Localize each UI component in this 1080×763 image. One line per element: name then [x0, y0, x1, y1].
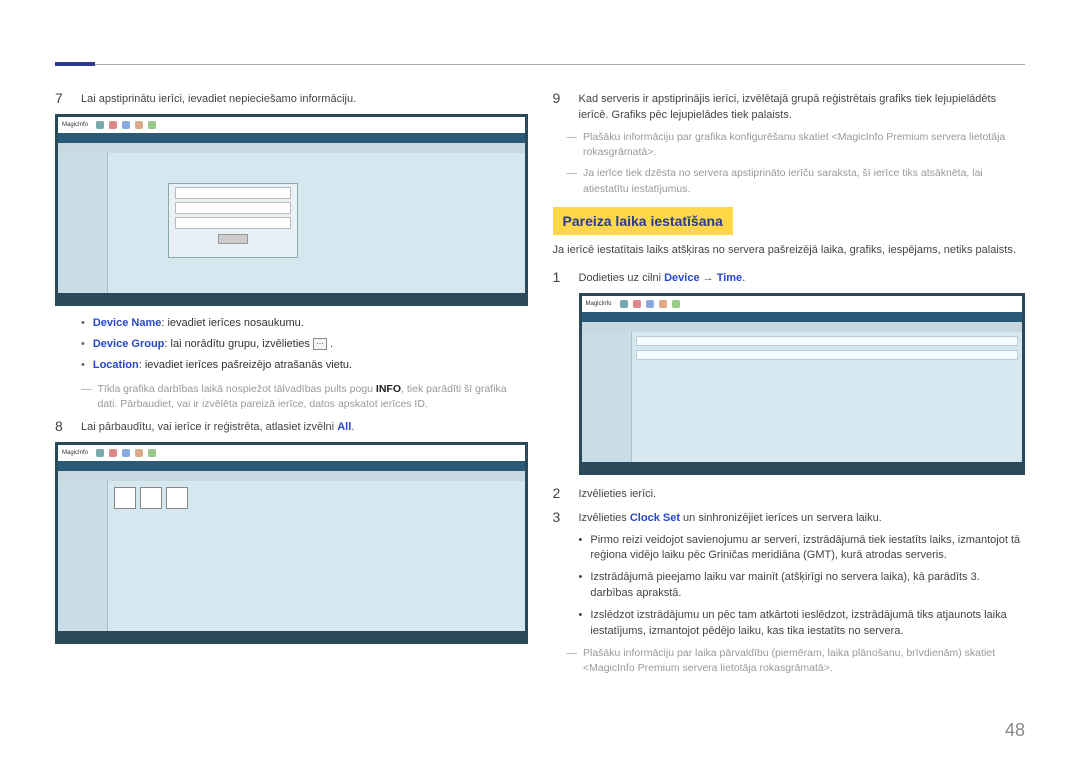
step-text: Lai pārbaudītu, vai ierīce ir reģistrēta…: [81, 418, 528, 436]
bullet-device-group: • Device Group: lai norādītu grupu, izvē…: [81, 337, 528, 353]
screenshot-device-list: MagicInfo: [55, 442, 528, 644]
step-text: Kad serveris ir apstiprinājis ierīci, iz…: [579, 90, 1026, 124]
section-intro: Ja ierīcē iestatītais laiks atšķiras no …: [553, 243, 1026, 259]
step-1: 1 Dodieties uz cilni Device → Time.: [553, 269, 1026, 287]
sub-bullet: •Pirmo reizi veidojot savienojumu ar ser…: [579, 533, 1026, 565]
step-9: 9 Kad serveris ir apstiprinājis ierīci, …: [553, 90, 1026, 124]
step-text: Izvēlieties Clock Set un sinhronizējiet …: [579, 509, 1026, 527]
bullet-list: • Device Name: ievadiet ierīces nosaukum…: [81, 316, 528, 374]
page-number: 48: [1005, 720, 1025, 741]
approve-dialog: [168, 183, 298, 258]
note-info: ― Tīkla grafika darbības laikā nospiežot…: [81, 382, 528, 412]
step-number: 8: [55, 418, 71, 436]
sub-bullet: •Izslēdzot izstrādājumu un pēc tam atkār…: [579, 608, 1026, 640]
step-number: 9: [553, 90, 569, 124]
screenshot-approve-dialog: MagicInfo: [55, 114, 528, 306]
step-2: 2 Izvēlieties ierīci.: [553, 485, 1026, 503]
app-logo: MagicInfo: [62, 450, 88, 456]
sub-bullets: •Pirmo reizi veidojot savienojumu ar ser…: [579, 533, 1026, 641]
step-text: Lai apstiprinātu ierīci, ievadiet nepiec…: [81, 90, 528, 108]
page-body: 7 Lai apstiprinātu ierīci, ievadiet nepi…: [55, 90, 1025, 683]
ellipsis-icon: ⋯: [313, 338, 327, 350]
app-logo: MagicInfo: [586, 301, 612, 307]
step-text: Izvēlieties ierīci.: [579, 485, 1026, 503]
step-text: Dodieties uz cilni Device → Time.: [579, 269, 1026, 287]
section-heading: Pareiza laika iestatīšana: [553, 207, 733, 235]
right-column: 9 Kad serveris ir apstiprinājis ierīci, …: [553, 90, 1026, 683]
step-3: 3 Izvēlieties Clock Set un sinhronizējie…: [553, 509, 1026, 527]
step-number: 2: [553, 485, 569, 503]
step-8: 8 Lai pārbaudītu, vai ierīce ir reģistrē…: [55, 418, 528, 436]
step-number: 3: [553, 509, 569, 527]
left-column: 7 Lai apstiprinātu ierīci, ievadiet nepi…: [55, 90, 528, 683]
step-number: 1: [553, 269, 569, 287]
header-accent: [55, 62, 95, 66]
bullet-device-name: • Device Name: ievadiet ierīces nosaukum…: [81, 316, 528, 332]
bullet-location: • Location: ievadiet ierīces pašreizējo …: [81, 358, 528, 374]
step-number: 7: [55, 90, 71, 108]
sub-bullet: •Izstrādājumā pieejamo laiku var mainīt …: [579, 570, 1026, 602]
note-time-management: ― Plašāku informāciju par laika pārvaldī…: [567, 646, 1026, 676]
app-logo: MagicInfo: [62, 122, 88, 128]
header-rule: [55, 64, 1025, 65]
note-schedule-config: ― Plašāku informāciju par grafika konfig…: [567, 130, 1026, 160]
step-7: 7 Lai apstiprinātu ierīci, ievadiet nepi…: [55, 90, 528, 108]
note-device-delete: ― Ja ierīce tiek dzēsta no servera apsti…: [567, 166, 1026, 196]
screenshot-time-tab: MagicInfo: [579, 293, 1026, 475]
